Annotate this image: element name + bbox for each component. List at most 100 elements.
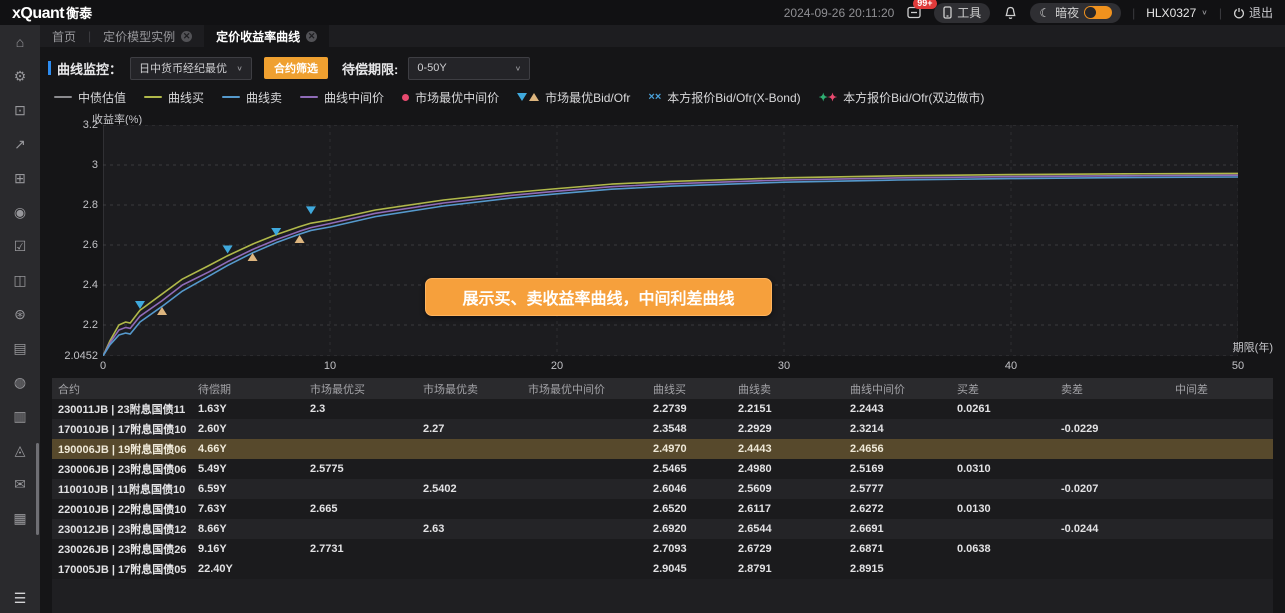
message-badge: 99+ <box>913 0 936 9</box>
sidebar-item-message[interactable]: ✉ <box>0 467 40 501</box>
table-cell <box>1169 499 1273 519</box>
sidebar-item-terminal[interactable]: ⊡ <box>0 93 40 127</box>
column-header[interactable]: 买差 <box>951 378 1055 399</box>
table-row[interactable]: 230026JB | 23附息国债269.16Y2.77312.70932.67… <box>52 539 1273 559</box>
table-cell: 2.2739 <box>647 399 732 419</box>
table-row[interactable]: 170005JB | 17附息国债0522.40Y2.90452.87912.8… <box>52 559 1273 579</box>
legend-label: 本方报价Bid/Ofr(双边做市) <box>843 89 984 106</box>
sidebar-item-modules[interactable]: ⊞ <box>0 161 40 195</box>
table-cell: 2.4980 <box>732 459 844 479</box>
user-menu[interactable]: HLX0327 ∨ <box>1146 6 1208 20</box>
logout-button[interactable]: 退出 <box>1233 4 1273 21</box>
monitor-select[interactable]: 日中货币经纪最优 ∨ <box>130 57 252 80</box>
sidebar-item-bank[interactable]: ◫ <box>0 263 40 297</box>
table-cell: 4.66Y <box>192 439 304 459</box>
own-quote-market-making-marker-icon: ✦✦ <box>819 91 837 104</box>
column-header[interactable]: 合约 <box>52 378 192 399</box>
column-header[interactable]: 中间差 <box>1169 378 1273 399</box>
table-row[interactable]: 230012JB | 23附息国债128.66Y2.632.69202.6544… <box>52 519 1273 539</box>
table-row[interactable]: 190006JB | 19附息国债064.66Y2.49702.44432.46… <box>52 439 1273 459</box>
table-cell <box>522 519 647 539</box>
coin-icon: ◍ <box>14 374 26 391</box>
sidebar-item-panel[interactable]: ▥ <box>0 399 40 433</box>
table-row[interactable]: 220010JB | 22附息国债107.63Y2.6652.65202.611… <box>52 499 1273 519</box>
table-cell: 22.40Y <box>192 559 304 579</box>
message-button[interactable]: 99+ <box>905 5 923 21</box>
column-header[interactable]: 市场最优卖 <box>417 378 522 399</box>
legend-item-cdb-valuation[interactable]: 中债估值 <box>54 89 126 106</box>
menu-icon[interactable]: ☰ <box>0 590 40 607</box>
topbar-divider: | <box>1219 6 1222 20</box>
theme-toggle[interactable] <box>1084 6 1112 19</box>
table-cell: 2.5169 <box>844 459 951 479</box>
sidebar-item-settings[interactable]: ⚙ <box>0 59 40 93</box>
bank-icon: ◫ <box>13 272 26 289</box>
tools-button[interactable]: 工具 <box>934 3 990 23</box>
y-tick-label: 3.2 <box>52 119 98 131</box>
table-cell: 170010JB | 17附息国债10 <box>52 419 192 439</box>
table-cell: 230012JB | 23附息国债12 <box>52 519 192 539</box>
bond-table: 合约待偿期市场最优买市场最优卖市场最优中间价曲线买曲线卖曲线中间价买差卖差中间差… <box>52 378 1273 613</box>
chevron-down-icon: ∨ <box>236 64 243 73</box>
chevron-down-icon: ∨ <box>1201 8 1208 17</box>
column-header[interactable]: 待偿期 <box>192 378 304 399</box>
column-header[interactable]: 市场最优买 <box>304 378 417 399</box>
table-cell: 7.63Y <box>192 499 304 519</box>
panel-icon: ▥ <box>13 408 26 425</box>
sidebar-item-target[interactable]: ◉ <box>0 195 40 229</box>
table-cell: 2.6117 <box>732 499 844 519</box>
tab-label: 首页 <box>52 28 76 45</box>
sidebar-item-alarm[interactable]: ◬ <box>0 433 40 467</box>
table-cell <box>522 439 647 459</box>
legend-item-curve-bid[interactable]: 曲线买 <box>144 89 204 106</box>
plot-area[interactable] <box>103 125 1238 356</box>
tenor-select[interactable]: 0-50Y ∨ <box>408 57 530 80</box>
logo: xQuant 衡泰 <box>12 3 92 23</box>
table-cell <box>1169 399 1273 419</box>
legend-item-curve-ofr[interactable]: 曲线卖 <box>222 89 282 106</box>
tenor-label: 待偿期限: <box>342 59 398 78</box>
sidebar-item-analytics[interactable]: ↗ <box>0 127 40 161</box>
legend-item-market-best-mid[interactable]: 市场最优中间价 <box>402 89 499 106</box>
column-header[interactable]: 曲线买 <box>647 378 732 399</box>
sidebar-item-home[interactable]: ⌂ <box>0 25 40 59</box>
table-cell <box>522 479 647 499</box>
table-cell: 2.7731 <box>304 539 417 559</box>
table-row[interactable]: 230011JB | 23附息国债111.63Y2.32.27392.21512… <box>52 399 1273 419</box>
table-row[interactable]: 110010JB | 11附息国债106.59Y2.54022.60462.56… <box>52 479 1273 499</box>
table-cell <box>522 419 647 439</box>
legend-item-own-quote-xbond[interactable]: ××本方报价Bid/Ofr(X-Bond) <box>648 89 800 106</box>
tab-pricing-model[interactable]: 定价模型实例 ✕ <box>91 25 204 47</box>
contract-filter-button[interactable]: 合约筛选 <box>264 57 328 79</box>
sidebar-item-currency-globe[interactable]: ⊛ <box>0 297 40 331</box>
table-cell: 2.5777 <box>844 479 951 499</box>
app-window: xQuant 衡泰 2024-09-26 20:11:20 99+ 工具 ☾ 暗… <box>0 0 1285 613</box>
legend-item-market-best-bidofr[interactable]: 市场最优Bid/Ofr <box>517 89 630 106</box>
legend-item-own-quote-market-making[interactable]: ✦✦ 本方报价Bid/Ofr(双边做市) <box>819 89 985 106</box>
table-cell: 2.8915 <box>844 559 951 579</box>
controls-row: 曲线监控： 日中货币经纪最优 ∨ 合约筛选 待偿期限: 0-50Y ∨ <box>48 55 530 81</box>
close-icon[interactable]: ✕ <box>181 31 192 42</box>
tab-home[interactable]: 首页 <box>40 25 88 47</box>
notifications-button[interactable] <box>1001 5 1019 21</box>
x-tick-label: 0 <box>88 360 118 372</box>
column-header[interactable]: 市场最优中间价 <box>522 378 647 399</box>
table-cell <box>304 519 417 539</box>
legend-item-curve-mid[interactable]: 曲线中间价 <box>300 89 384 106</box>
sidebar-item-document[interactable]: ▤ <box>0 331 40 365</box>
sidebar-item-gallery[interactable]: ▦ <box>0 501 40 535</box>
table-row[interactable]: 170010JB | 17附息国债102.60Y2.272.35482.2929… <box>52 419 1273 439</box>
column-header[interactable]: 卖差 <box>1055 378 1169 399</box>
market-best-bidofr-marker-icon <box>517 93 539 101</box>
tab-yield-curve[interactable]: 定价收益率曲线 ✕ <box>204 25 329 47</box>
table-row[interactable]: 230006JB | 23附息国债065.49Y2.57752.54652.49… <box>52 459 1273 479</box>
column-header[interactable]: 曲线卖 <box>732 378 844 399</box>
sidebar-item-coin[interactable]: ◍ <box>0 365 40 399</box>
column-header[interactable]: 曲线中间价 <box>844 378 951 399</box>
close-icon[interactable]: ✕ <box>306 31 317 42</box>
sidebar-item-shield-check[interactable]: ☑ <box>0 229 40 263</box>
table-cell <box>417 439 522 459</box>
theme-switcher[interactable]: ☾ 暗夜 <box>1030 3 1121 23</box>
table-cell <box>1055 459 1169 479</box>
sidebar-scrollbar[interactable] <box>36 443 39 535</box>
